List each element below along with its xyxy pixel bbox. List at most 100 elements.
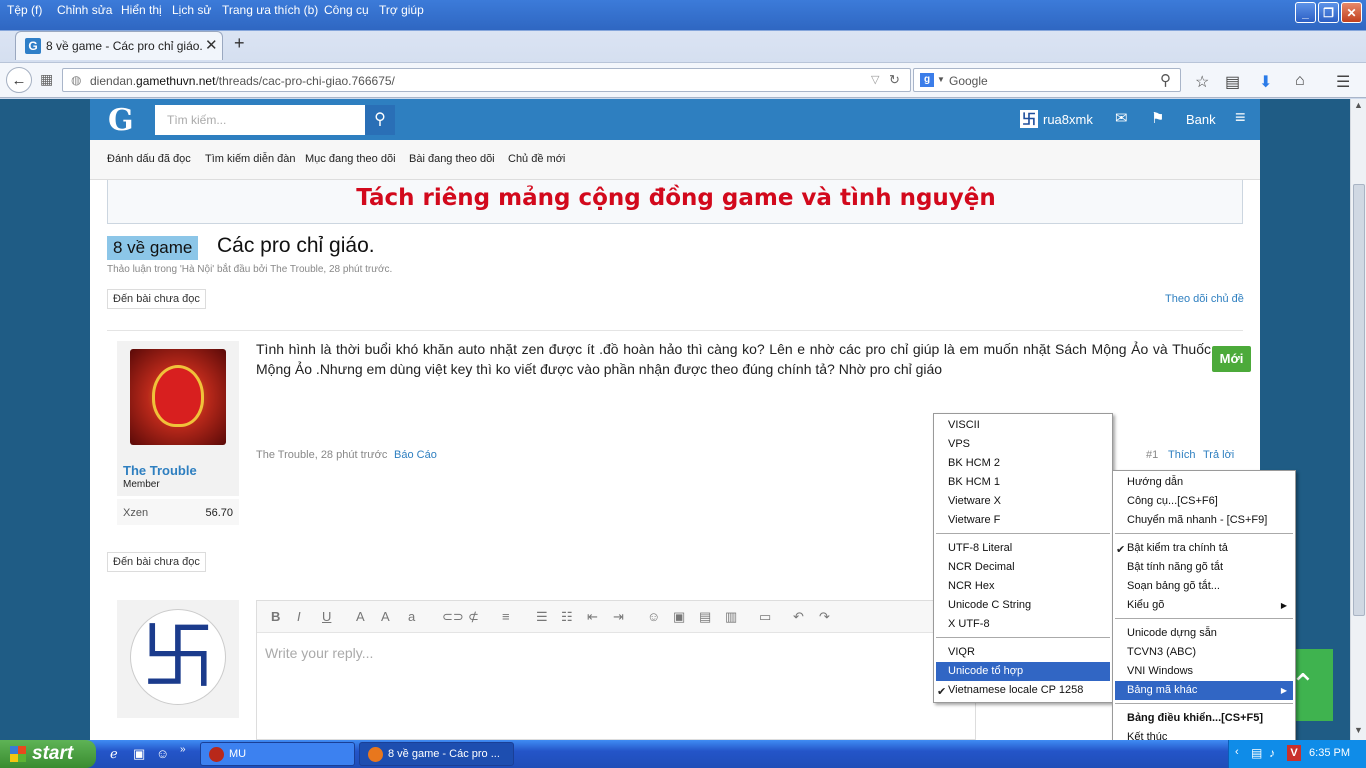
font-family-icon[interactable]: a	[408, 609, 415, 624]
tab-close-icon[interactable]: ✕	[205, 36, 218, 54]
network-icon[interactable]: ▤	[1251, 746, 1262, 760]
unread-post-button[interactable]: Đến bài chưa đọc	[107, 289, 206, 309]
menu-history[interactable]: Lịch sử	[172, 3, 211, 17]
my-avatar[interactable]: 卐	[130, 609, 226, 705]
subnav-watched-forums[interactable]: Mục đang theo dõi	[305, 153, 396, 165]
google-icon[interactable]: g	[920, 73, 934, 87]
subnav-mark-read[interactable]: Đánh dấu đã đọc	[107, 153, 191, 165]
site-search-input[interactable]: Tìm kiếm...	[155, 105, 367, 135]
user-avatar-small[interactable]: 卐	[1020, 110, 1038, 128]
desktop-icon[interactable]: ▣	[133, 746, 145, 762]
menu-item-quick-convert[interactable]: Chuyển mã nhanh - [CS+F9]	[1115, 511, 1293, 530]
notice-text[interactable]: Tách riêng mảng cộng đồng game và tình n…	[108, 185, 1244, 211]
tab-groups-icon[interactable]: ▦	[40, 71, 53, 88]
scroll-thumb[interactable]	[1353, 184, 1365, 616]
image-icon[interactable]: ▣	[673, 609, 685, 625]
menu-icon[interactable]: ☰	[1336, 72, 1350, 92]
follow-thread-link[interactable]: Theo dõi chủ đề	[1165, 293, 1244, 305]
menu-item-utf8-literal[interactable]: UTF-8 Literal	[936, 539, 1110, 558]
flag-icon[interactable]: ⚑	[1151, 109, 1164, 127]
menu-item-bkhcm1[interactable]: BK HCM 1	[936, 473, 1110, 492]
messenger-icon[interactable]: ☺	[156, 746, 169, 761]
reply-editor[interactable]: B I U A A a ⊂⊃ ⊄ ≡ ☰ ☷ ⇤ ⇥ ☺ ▣ ▤ ▥ ▭ ↶ ↷	[256, 600, 977, 740]
menu-bookmarks[interactable]: Trang ưa thích (b)	[222, 3, 318, 17]
menu-item-viqr[interactable]: VIQR	[936, 643, 1110, 662]
report-link[interactable]: Báo Cáo	[394, 449, 437, 461]
bullet-list-icon[interactable]: ☰	[536, 609, 548, 625]
task-mu[interactable]: MU	[200, 742, 355, 766]
menu-item-vietware-f[interactable]: Vietware F	[936, 511, 1110, 530]
site-menu-icon[interactable]: ≡	[1235, 107, 1246, 128]
bank-link[interactable]: Bank	[1186, 112, 1216, 127]
like-link[interactable]: Thích	[1168, 449, 1196, 461]
reply-link[interactable]: Trả lời	[1203, 449, 1234, 461]
outdent-icon[interactable]: ⇤	[587, 609, 598, 625]
unikey-tray-icon[interactable]: V	[1287, 745, 1301, 761]
more-quicklaunch-icon[interactable]: »	[180, 744, 186, 755]
url-bar[interactable]: ◍ diendan.gamethuvn.net/threads/cac-pro-…	[62, 68, 911, 92]
page-scrollbar[interactable]: ▲ ▼	[1350, 99, 1366, 740]
username-link[interactable]: rua8xmk	[1043, 112, 1093, 127]
tray-expand-icon[interactable]: ‹	[1235, 746, 1239, 758]
restore-button[interactable]: ❐	[1318, 2, 1339, 23]
menu-item-x-utf8[interactable]: X UTF-8	[936, 615, 1110, 634]
redo-icon[interactable]: ↷	[819, 609, 830, 625]
indent-icon[interactable]: ⇥	[613, 609, 624, 625]
menu-item-bkhcm2[interactable]: BK HCM 2	[936, 454, 1110, 473]
menu-item-ncr-hex[interactable]: NCR Hex	[936, 577, 1110, 596]
menu-item-spell-check[interactable]: Bật kiểm tra chính tả	[1115, 539, 1293, 558]
reload-icon[interactable]: ↻	[889, 72, 900, 88]
menu-item-macro-enable[interactable]: Bật tính năng gõ tắt	[1115, 558, 1293, 577]
numbered-list-icon[interactable]: ☷	[561, 609, 573, 625]
media-icon[interactable]: ▤	[699, 609, 711, 625]
scroll-up-icon[interactable]: ▲	[1354, 100, 1363, 110]
poster-avatar[interactable]	[130, 349, 226, 445]
italic-icon[interactable]: I	[297, 609, 301, 624]
link-icon[interactable]: ⊂⊃	[442, 609, 464, 625]
home-icon[interactable]: ⌂	[1295, 72, 1305, 90]
post-number[interactable]: #1	[1146, 449, 1158, 461]
menu-help[interactable]: Trợ giúp	[379, 3, 424, 17]
scroll-down-icon[interactable]: ▼	[1354, 725, 1363, 735]
menu-item-unicode-c-string[interactable]: Unicode C String	[936, 596, 1110, 615]
menu-view[interactable]: Hiển thị	[121, 3, 162, 17]
menu-item-vps[interactable]: VPS	[936, 435, 1110, 454]
text-color-icon[interactable]: A	[356, 609, 365, 624]
undo-icon[interactable]: ↶	[793, 609, 804, 625]
save-draft-icon[interactable]: ▭	[759, 609, 771, 625]
menu-item-vni-windows[interactable]: VNI Windows	[1115, 662, 1293, 681]
unlink-icon[interactable]: ⊄	[468, 609, 479, 625]
mail-icon[interactable]: ✉	[1115, 109, 1128, 127]
thread-prefix[interactable]: 8 về game	[107, 236, 199, 260]
dropdown-icon[interactable]: ▽	[871, 73, 879, 86]
subnav-new-threads[interactable]: Chủ đề mới	[508, 153, 565, 165]
start-button[interactable]: start	[0, 740, 96, 768]
menu-edit[interactable]: Chỉnh sửa	[57, 3, 112, 17]
task-firefox[interactable]: 8 về game - Các pro ...	[359, 742, 514, 766]
menu-file[interactable]: Tệp (f)	[7, 3, 42, 17]
align-icon[interactable]: ≡	[502, 609, 510, 624]
bookmarks-list-icon[interactable]: ▤	[1225, 72, 1240, 92]
new-tab-icon[interactable]: +	[234, 33, 245, 54]
close-button[interactable]: ✕	[1341, 2, 1362, 23]
menu-item-help[interactable]: Hướng dẫn	[1115, 473, 1293, 492]
poster-name[interactable]: The Trouble	[123, 463, 197, 478]
smiley-icon[interactable]: ☺	[647, 609, 660, 624]
menu-tools[interactable]: Công cụ	[324, 3, 369, 17]
ie-icon[interactable]: ℯ	[110, 746, 118, 762]
download-icon[interactable]: ⬇	[1259, 72, 1272, 92]
menu-item-other-encodings[interactable]: Bảng mã khác ▶	[1115, 681, 1293, 700]
insert-icon[interactable]: ▥	[725, 609, 737, 625]
subnav-watched-threads[interactable]: Bài đang theo dõi	[409, 153, 495, 165]
menu-item-tcvn3[interactable]: TCVN3 (ABC)	[1115, 643, 1293, 662]
search-bar[interactable]: g ▼ Google ⚲	[913, 68, 1181, 92]
menu-item-macro-edit[interactable]: Soạn bảng gõ tắt...	[1115, 577, 1293, 596]
site-search-button[interactable]: ⚲	[365, 105, 395, 135]
volume-icon[interactable]: ♪	[1269, 746, 1275, 760]
menu-item-tools[interactable]: Công cụ...[CS+F6]	[1115, 492, 1293, 511]
minimize-button[interactable]: _	[1295, 2, 1316, 23]
menu-item-viscii[interactable]: VISCII	[936, 416, 1110, 435]
menu-item-cp1258[interactable]: Vietnamese locale CP 1258	[936, 681, 1110, 700]
browser-tab[interactable]: G 8 về game - Các pro chỉ giáo. ... ✕	[15, 31, 223, 60]
underline-icon[interactable]: U	[322, 609, 331, 624]
